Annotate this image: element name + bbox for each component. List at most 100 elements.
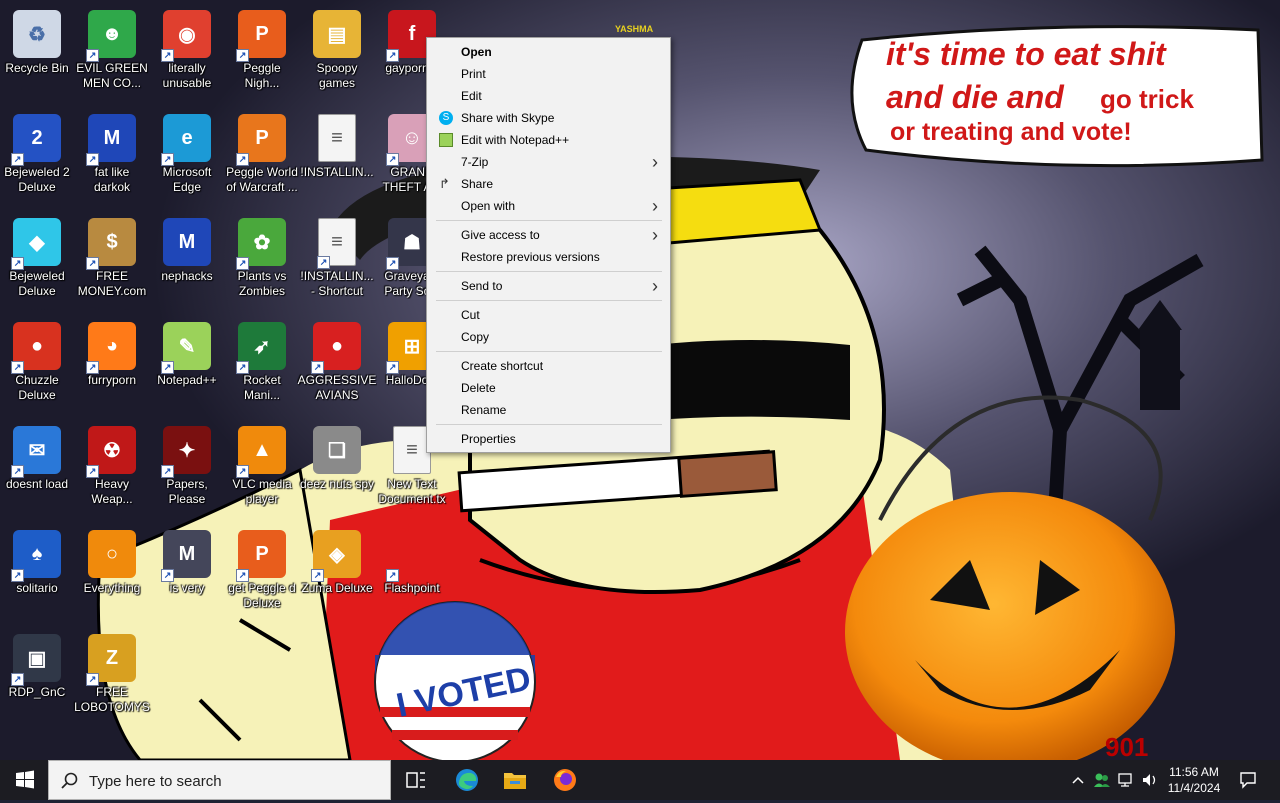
menu-item-edit-with-notepad[interactable]: Edit with Notepad++ (429, 129, 668, 151)
taskbar-explorer-button[interactable] (491, 760, 539, 800)
menu-item-open[interactable]: Open (429, 41, 668, 63)
menu-item-create-shortcut[interactable]: Create shortcut (429, 355, 668, 377)
desktop-icon[interactable]: ≡ !INSTALLIN... (299, 106, 375, 204)
desktop-icon[interactable]: e ↗ Microsoft Edge (149, 106, 225, 204)
start-button[interactable] (0, 760, 48, 800)
menu-item-7-zip[interactable]: 7-Zip › (429, 151, 668, 173)
desktop-icon-label: Papers, Please (166, 477, 208, 506)
menu-item-open-with[interactable]: Open with › (429, 195, 668, 217)
desktop-icon-label: RDP_GnC (8, 685, 66, 699)
menu-item-label: Share with Skype (461, 111, 555, 125)
recycle-bin-icon: ♻ (13, 10, 61, 58)
chevron-right-icon: › (652, 152, 658, 172)
desktop-icon[interactable]: M ↗ fat like darkok (74, 106, 150, 204)
taskbar-firefox-button[interactable] (541, 760, 589, 800)
desktop-icon[interactable]: Mnephacks (149, 210, 225, 308)
desktop-icon[interactable]: P ↗ Peggle Nigh... (224, 2, 300, 100)
taskbar-edge-button[interactable] (443, 760, 491, 800)
desktop-icon[interactable]: ◆ ↗ Bejeweled Deluxe (0, 210, 75, 308)
notepad-plus-icon (439, 133, 453, 147)
partial-icon-label: YASHMA (615, 24, 654, 34)
desktop-icon[interactable]: ✉ ↗ doesnt load (0, 418, 75, 516)
desktop-icon[interactable]: P ↗ Peggle World of Warcraft ... (224, 106, 300, 204)
action-center-button[interactable] (1238, 770, 1258, 790)
tray-network-button[interactable] (1116, 770, 1136, 790)
tray-people-button[interactable] (1092, 770, 1112, 790)
tray-overflow-button[interactable] (1068, 770, 1088, 790)
menu-item-cut[interactable]: Cut (429, 304, 668, 326)
menu-item-print[interactable]: Print (429, 63, 668, 85)
desktop-icon[interactable]: ● ↗ Chuzzle Deluxe (0, 314, 75, 412)
desktop-icon[interactable]: ❏ deez nuts spy (299, 418, 375, 516)
shortcut-arrow-icon: ↗ (236, 153, 249, 166)
search-input[interactable] (87, 770, 381, 792)
desktop-icon[interactable]: P ↗ get Peggle d Deluxe (224, 522, 300, 620)
desktop-icon[interactable]: ▤ Spoopy games (299, 2, 375, 100)
desktop-icon[interactable]: ➶ ↗ Rocket Mani... (224, 314, 300, 412)
speech-line-2a: and die and (886, 79, 1065, 115)
shortcut-arrow-icon: ↗ (11, 153, 24, 166)
menu-item-label: Send to (461, 279, 503, 293)
file-explorer-icon (504, 773, 526, 789)
desktop-icon[interactable]: ♻ Recycle Bin (0, 2, 75, 100)
taskbar-search[interactable] (48, 760, 391, 800)
desktop-icon-label: FREE LOBOTOMYS (74, 685, 150, 714)
menu-item-share-with-skype[interactable]: S Share with Skype (429, 107, 668, 129)
task-view-button[interactable] (392, 760, 440, 800)
menu-item-restore-previous-versions[interactable]: Restore previous versions (429, 246, 668, 268)
desktop-icon-label: nephacks (161, 269, 213, 283)
clock-time: 11:56 AM (1169, 765, 1219, 779)
desktop-icon-label: Chuzzle Deluxe (15, 373, 59, 402)
rdp-icon: ▣ ↗ (11, 634, 61, 686)
desktop-icon[interactable]: ☢ ↗ Heavy Weap... (74, 418, 150, 516)
menu-item-rename[interactable]: Rename (429, 399, 668, 421)
desktop-icon[interactable]: ◕ ↗ furryporn (74, 314, 150, 412)
desktop-icon-label: Heavy Weap... (91, 477, 133, 506)
desktop-icon-label: AGGRESSIVE AVIANS (297, 373, 377, 402)
shortcut-arrow-icon: ↗ (86, 49, 99, 62)
taskbar-clock[interactable]: 11:56 AM 11/4/2024 (1162, 762, 1226, 800)
desktop-icon-label: Rocket Mani... (243, 373, 281, 402)
shortcut-arrow-icon: ↗ (311, 361, 324, 374)
green-men-icon: ☻ ↗ (86, 10, 136, 62)
menu-item-label: Create shortcut (461, 359, 544, 373)
desktop-icon-label: Zuma Deluxe (301, 581, 373, 595)
peggle-wow-icon: P ↗ (236, 114, 286, 166)
desktop-icon-label: literally unusable (162, 61, 212, 90)
stacked-windows-icon: ❏ (313, 426, 361, 474)
menu-item-share[interactable]: ↱ Share (429, 173, 668, 195)
shortcut-arrow-icon: ↗ (161, 465, 174, 478)
peggle-icon: P ↗ (236, 530, 286, 582)
desktop-icon[interactable]: ○ Everything (74, 522, 150, 620)
menu-item-delete[interactable]: Delete (429, 377, 668, 399)
desktop-icon-label: !INSTALLIN... - Shortcut (300, 269, 374, 298)
menu-item-label: 7-Zip (461, 155, 489, 169)
desktop-icon[interactable]: ● ↗ AGGRESSIVE AVIANS (297, 314, 377, 412)
desktop-icon[interactable]: ▣ ↗ RDP_GnC (0, 626, 75, 724)
desktop-icon[interactable]: ▲ ↗ VLC media player (224, 418, 300, 516)
desktop-icon[interactable]: M ↗ is very (149, 522, 225, 620)
desktop-icon[interactable]: 2 ↗ Bejeweled 2 Deluxe (0, 106, 75, 204)
desktop-icon[interactable]: Z ↗ FREE LOBOTOMYS (74, 626, 150, 724)
desktop-icon[interactable]: ☻ ↗ EVIL GREEN MEN CO... (74, 2, 150, 100)
menu-item-properties[interactable]: Properties (429, 428, 668, 450)
desktop-icon[interactable]: ✦ ↗ Papers, Please (149, 418, 225, 516)
menu-item-copy[interactable]: Copy (429, 326, 668, 348)
menu-item-edit[interactable]: Edit (429, 85, 668, 107)
desktop-icon[interactable]: ♠ ↗ solitario (0, 522, 75, 620)
menu-item-send-to[interactable]: Send to › (429, 275, 668, 297)
desktop-icon[interactable]: $ ↗ FREE MONEY.com (74, 210, 150, 308)
tray-volume-button[interactable] (1140, 770, 1160, 790)
desktop-icon[interactable]: ◉ ↗ literally unusable (149, 2, 225, 100)
desktop-icon[interactable]: ◈ ↗ Zuma Deluxe (299, 522, 375, 620)
menu-item-label: Restore previous versions (461, 250, 600, 264)
shortcut-arrow-icon: ↗ (11, 361, 24, 374)
shortcut-arrow-icon: ↗ (317, 256, 330, 269)
desktop-icon[interactable]: ✿ ↗ Plants vs Zombies (224, 210, 300, 308)
desktop-icon[interactable]: ≡ ↗ !INSTALLIN... - Shortcut (299, 210, 375, 308)
desktop-icon-label: New Text Document.tx t (378, 477, 446, 509)
desktop-icon[interactable]: ↗ Flashpoint (374, 522, 450, 620)
menu-item-give-access-to[interactable]: Give access to › (429, 224, 668, 246)
desktop-icon[interactable]: ✎ ↗ Notepad++ (149, 314, 225, 412)
menu-separator (436, 220, 662, 221)
